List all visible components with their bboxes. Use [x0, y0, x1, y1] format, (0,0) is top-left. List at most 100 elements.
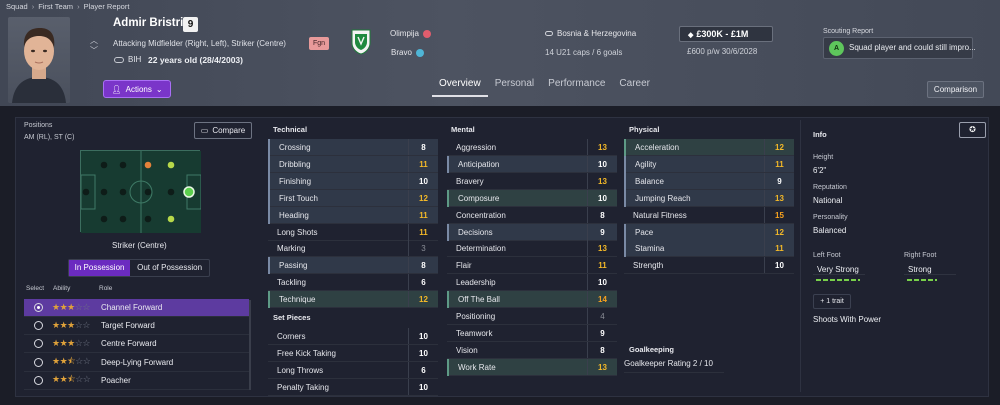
- role-radio[interactable]: [34, 357, 43, 367]
- role-row[interactable]: ★★★☆☆ Centre Forward: [24, 335, 249, 354]
- player-avatar: [8, 17, 70, 103]
- attribute-value: 12: [764, 223, 794, 241]
- attribute-row[interactable]: Aggression 13: [447, 139, 617, 156]
- attribute-row[interactable]: Agility 11: [624, 155, 794, 173]
- attribute-row[interactable]: Off The Ball 14: [447, 291, 617, 309]
- attribute-row[interactable]: Work Rate 13: [447, 358, 617, 376]
- personality-value: Balanced: [813, 226, 847, 235]
- attribute-row[interactable]: Strength 10: [624, 257, 794, 275]
- attribute-row[interactable]: Tackling 6: [268, 274, 438, 292]
- attribute-row[interactable]: Acceleration 12: [624, 139, 794, 156]
- row-divider: [268, 394, 438, 396]
- attribute-value: 11: [408, 155, 438, 173]
- attribute-row[interactable]: Flair 11: [447, 257, 617, 275]
- breadcrumb-first-team[interactable]: First Team: [38, 2, 73, 11]
- attribute-row[interactable]: Technique 12: [268, 291, 438, 309]
- tab-performance[interactable]: Performance: [541, 76, 612, 97]
- actions-label: Actions: [125, 84, 152, 94]
- chevron-right-icon: ›: [77, 2, 80, 11]
- role-row[interactable]: ★★★☆☆ Channel Forward: [24, 299, 249, 317]
- role-radio[interactable]: [34, 375, 43, 385]
- attribute-row[interactable]: Finishing 10: [268, 172, 438, 190]
- attribute-row[interactable]: Marking 3: [268, 240, 438, 258]
- attribute-name: Teamwork: [456, 328, 493, 338]
- attribute-value: 12: [764, 139, 794, 156]
- attribute-row[interactable]: Leadership 10: [447, 274, 617, 292]
- in-possession-button[interactable]: In Possession: [69, 260, 131, 276]
- out-of-possession-button[interactable]: Out of Possession: [130, 260, 209, 276]
- attribute-name: Jumping Reach: [635, 193, 691, 203]
- traits-button[interactable]: + 1 trait: [813, 294, 851, 309]
- attribute-row[interactable]: Penalty Taking 10: [268, 378, 438, 396]
- role-row[interactable]: ★★★☆☆ Target Forward: [24, 317, 249, 336]
- club-link[interactable]: Olimpija: [390, 29, 419, 38]
- attribute-name: Finishing: [279, 176, 312, 186]
- attribute-row[interactable]: Pace 12: [624, 223, 794, 241]
- role-row[interactable]: ★★⯪☆☆ Poacher: [24, 372, 249, 390]
- attribute-row[interactable]: Natural Fitness 15: [624, 206, 794, 224]
- attribute-row[interactable]: Dribbling 11: [268, 155, 438, 173]
- comparison-button[interactable]: Comparison: [927, 81, 984, 98]
- attribute-value: 4: [587, 308, 617, 325]
- division-name[interactable]: Bravo: [391, 48, 425, 57]
- attribute-row[interactable]: Anticipation 10: [447, 155, 617, 173]
- actions-button[interactable]: 👤︎ Actions ⌄: [103, 80, 171, 98]
- attribute-row[interactable]: Concentration 8: [447, 206, 617, 224]
- attribute-row[interactable]: Balance 9: [624, 172, 794, 190]
- role-row[interactable]: ★★⯪☆☆ Deep-Lying Forward: [24, 354, 249, 372]
- role-name: Channel Forward: [101, 303, 163, 312]
- attribute-row[interactable]: First Touch 12: [268, 189, 438, 207]
- role-radio[interactable]: [34, 339, 43, 349]
- star-icon: ☆: [82, 374, 91, 385]
- position-pitch[interactable]: [80, 150, 202, 233]
- height-label: Height: [813, 154, 834, 161]
- attribute-row[interactable]: Heading 11: [268, 206, 438, 224]
- role-list-scrollbar[interactable]: [249, 300, 251, 390]
- attribute-value: 6: [408, 361, 438, 379]
- attribute-row[interactable]: Teamwork 9: [447, 324, 617, 342]
- info-settings-button[interactable]: ✪: [959, 122, 986, 138]
- breadcrumb-squad[interactable]: Squad: [6, 2, 28, 11]
- role-radio[interactable]: [34, 321, 43, 331]
- attribute-value: 13: [587, 172, 617, 190]
- chevron-down-icon: ⌄: [155, 84, 163, 94]
- attribute-value: 10: [408, 344, 438, 362]
- attribute-name: Leadership: [456, 278, 496, 288]
- attribute-row[interactable]: Decisions 9: [447, 223, 617, 241]
- attribute-name: Determination: [456, 244, 506, 254]
- attribute-row[interactable]: Passing 8: [268, 257, 438, 275]
- tab-career[interactable]: Career: [612, 76, 657, 97]
- role-radio[interactable]: [34, 303, 43, 312]
- attribute-row[interactable]: Long Shots 11: [268, 223, 438, 241]
- info-title: Info: [813, 130, 827, 139]
- attribute-name: Crossing: [279, 143, 311, 152]
- chevron-down-icon[interactable]: ﹀: [90, 45, 98, 56]
- attribute-row[interactable]: Composure 10: [447, 189, 617, 207]
- attribute-name: Off The Ball: [458, 295, 500, 305]
- attribute-value: 11: [764, 155, 794, 173]
- attribute-row[interactable]: Long Throws 6: [268, 361, 438, 379]
- ability-header: Ability: [53, 285, 71, 292]
- attribute-value: 10: [408, 172, 438, 190]
- division-link[interactable]: Bravo: [391, 48, 412, 57]
- tab-overview[interactable]: Overview: [432, 76, 488, 97]
- attribute-row[interactable]: Positioning 4: [447, 308, 617, 325]
- attribute-name: Marking: [277, 244, 306, 254]
- attribute-row[interactable]: Stamina 11: [624, 240, 794, 258]
- attribute-row[interactable]: Free Kick Taking 10: [268, 344, 438, 362]
- attribute-row[interactable]: Determination 13: [447, 240, 617, 258]
- attribute-row[interactable]: Jumping Reach 13: [624, 189, 794, 207]
- attribute-row[interactable]: Crossing 8: [268, 139, 438, 156]
- attribute-row[interactable]: Vision 8: [447, 341, 617, 359]
- attribute-row[interactable]: Bravery 13: [447, 172, 617, 190]
- nation-name[interactable]: Bosnia & Herzegovina: [557, 29, 636, 38]
- club-badge-icon[interactable]: [351, 29, 371, 55]
- scouting-report-box[interactable]: A Squad player and could still impro...: [823, 37, 976, 59]
- attribute-row[interactable]: Corners 10: [268, 328, 438, 345]
- attribute-value: 6: [408, 274, 438, 292]
- compare-button[interactable]: ▭ Compare: [194, 122, 252, 139]
- role-ability-stars: ★★⯪☆☆: [52, 354, 91, 370]
- club-name[interactable]: Olimpija: [390, 29, 432, 38]
- tab-personal[interactable]: Personal: [488, 76, 541, 97]
- info-divider: [800, 120, 801, 392]
